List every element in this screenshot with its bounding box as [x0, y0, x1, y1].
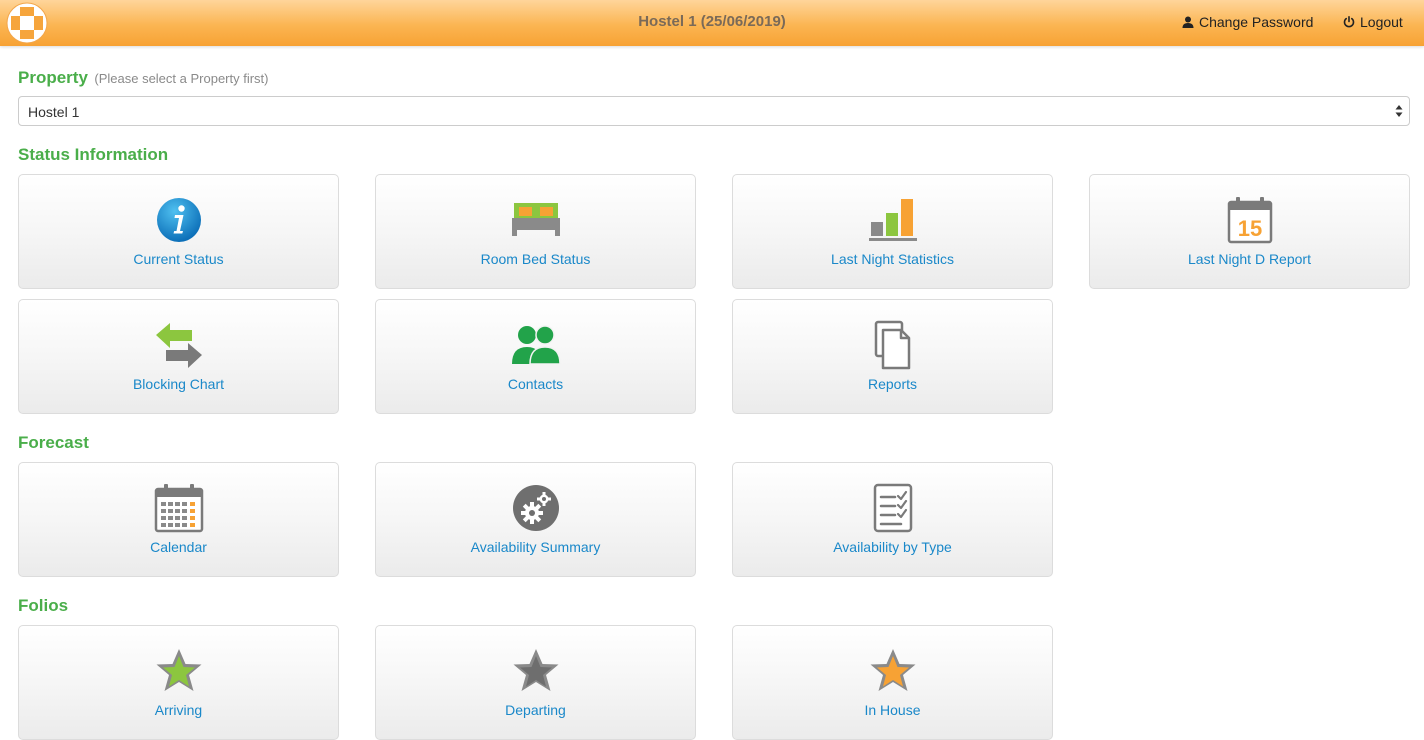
tile-contacts[interactable]: Contacts	[375, 299, 696, 414]
checklist-icon	[873, 483, 913, 533]
swap-arrows-icon	[156, 323, 202, 368]
tile-last-night-statistics[interactable]: Last Night Statistics	[732, 174, 1053, 289]
tile-label: Last Night Statistics	[831, 251, 954, 267]
tile-reports[interactable]: Reports	[732, 299, 1053, 414]
info-icon	[157, 198, 201, 242]
section-forecast-heading: Forecast	[18, 433, 89, 452]
power-icon	[1343, 16, 1355, 28]
star-grey-icon	[513, 649, 559, 691]
logout-link[interactable]: Logout	[1343, 14, 1403, 30]
select-arrows-icon	[1395, 105, 1403, 117]
gears-icon	[513, 485, 559, 531]
top-bar: Hostel 1 (25/06/2019) Change Password Lo…	[0, 0, 1424, 46]
logout-label: Logout	[1360, 14, 1403, 30]
tile-blocking-chart[interactable]: Blocking Chart	[18, 299, 339, 414]
tile-label: Contacts	[507, 376, 564, 392]
tile-in-house[interactable]: In House	[732, 625, 1053, 740]
property-select[interactable]: Hostel 1	[18, 96, 1410, 126]
tile-label: Current Status	[133, 251, 224, 267]
tile-last-night-d-report[interactable]: 15 Last Night D Report	[1089, 174, 1410, 289]
section-status-heading: Status Information	[18, 145, 169, 164]
tile-availability-summary[interactable]: Availability Summary	[375, 462, 696, 577]
documents-icon	[874, 320, 911, 370]
star-green-icon	[156, 649, 202, 691]
tile-label: In House	[864, 702, 921, 718]
tile-label: Blocking Chart	[132, 376, 225, 392]
property-hint: (Please select a Property first)	[94, 71, 269, 86]
star-orange-icon	[870, 649, 916, 691]
property-heading: Property (Please select a Property first…	[18, 68, 269, 88]
change-password-link[interactable]: Change Password	[1182, 14, 1313, 30]
tile-label: Availability by Type	[833, 539, 952, 555]
tile-label: Departing	[505, 702, 566, 718]
tile-calendar[interactable]: Calendar	[18, 462, 339, 577]
calendar-day-number: 15	[1238, 216, 1262, 241]
tile-availability-by-type[interactable]: Availability by Type	[732, 462, 1053, 577]
bed-icon	[512, 203, 560, 236]
tile-label: Last Night D Report	[1188, 251, 1311, 267]
tile-label: Room Bed Status	[480, 251, 591, 267]
property-select-value: Hostel 1	[28, 104, 80, 120]
tile-departing[interactable]: Departing	[375, 625, 696, 740]
tile-arriving[interactable]: Arriving	[18, 625, 339, 740]
calendar-day-icon: 15	[1227, 197, 1273, 244]
property-title: Property	[18, 68, 88, 87]
user-icon	[1182, 16, 1194, 28]
tile-label: Calendar	[150, 539, 207, 555]
tile-room-bed-status[interactable]: Room Bed Status	[375, 174, 696, 289]
tile-label: Arriving	[154, 702, 203, 718]
bar-chart-icon	[869, 199, 917, 241]
section-folios-heading: Folios	[18, 596, 69, 615]
contacts-icon	[512, 325, 561, 365]
calendar-icon	[154, 484, 204, 533]
tile-current-status[interactable]: Current Status	[18, 174, 339, 289]
change-password-label: Change Password	[1199, 14, 1314, 30]
tile-label: Reports	[867, 376, 918, 392]
tile-label: Availability Summary	[470, 539, 601, 555]
